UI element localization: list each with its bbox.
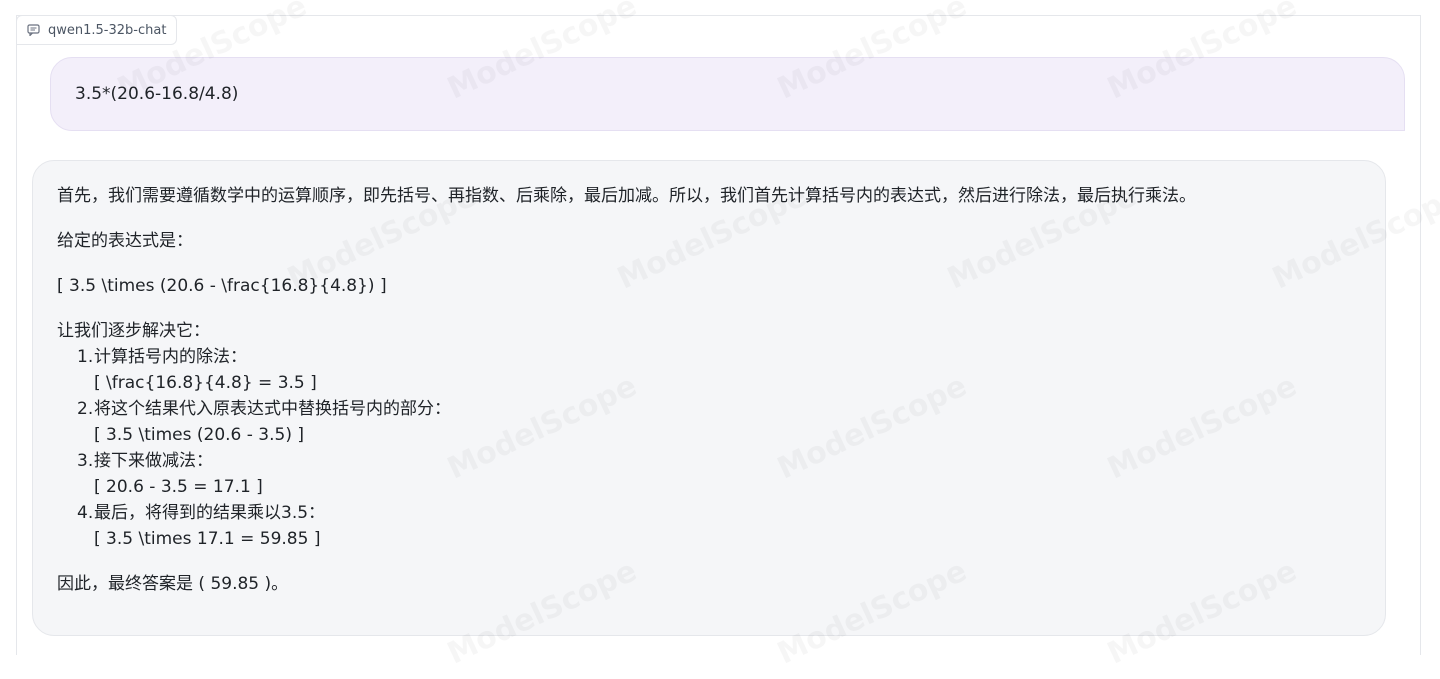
solution-steps-list: 计算括号内的除法： [ \frac{16.8}{4.8} = 3.5 ] 将这个… — [57, 344, 1361, 552]
solution-step: 将这个结果代入原表达式中替换括号内的部分： [ 3.5 \times (20.6… — [77, 396, 1361, 448]
chat-bubble-icon — [27, 24, 40, 36]
user-message-bubble: 3.5*(20.6-16.8/4.8) — [50, 57, 1405, 131]
solution-step: 计算括号内的除法： [ \frac{16.8}{4.8} = 3.5 ] — [77, 344, 1361, 396]
model-name-label: qwen1.5-32b-chat — [48, 22, 167, 38]
step-title: 接下来做减法： — [94, 451, 213, 471]
step-formula: [ \frac{16.8}{4.8} = 3.5 ] — [94, 373, 317, 393]
step-title: 计算括号内的除法： — [94, 347, 247, 367]
final-answer-text: 因此，最终答案是 ( 59.85 )。 — [57, 574, 289, 594]
step-title: 将这个结果代入原表达式中替换括号内的部分： — [94, 399, 451, 419]
given-expression-label: 给定的表达式是： — [57, 231, 193, 251]
user-message-text: 3.5*(20.6-16.8/4.8) — [75, 84, 239, 104]
given-expression: [ 3.5 \times (20.6 - \frac{16.8}{4.8}) ] — [57, 276, 387, 296]
solution-step: 最后，将得到的结果乘以3.5： [ 3.5 \times 17.1 = 59.8… — [77, 500, 1361, 552]
steps-intro-text: 让我们逐步解决它： — [57, 321, 210, 341]
solution-step: 接下来做减法： [ 20.6 - 3.5 = 17.1 ] — [77, 448, 1361, 500]
assistant-message-bubble: 首先，我们需要遵循数学中的运算顺序，即先括号、再指数、后乘除，最后加减。所以，我… — [32, 160, 1386, 636]
step-formula: [ 3.5 \times 17.1 = 59.85 ] — [94, 529, 321, 549]
step-formula: [ 20.6 - 3.5 = 17.1 ] — [94, 477, 263, 497]
assistant-intro-text: 首先，我们需要遵循数学中的运算顺序，即先括号、再指数、后乘除，最后加减。所以，我… — [57, 186, 1196, 206]
model-name-tab: qwen1.5-32b-chat — [16, 15, 178, 45]
step-title: 最后，将得到的结果乘以3.5： — [94, 503, 326, 523]
step-formula: [ 3.5 \times (20.6 - 3.5) ] — [94, 425, 305, 445]
